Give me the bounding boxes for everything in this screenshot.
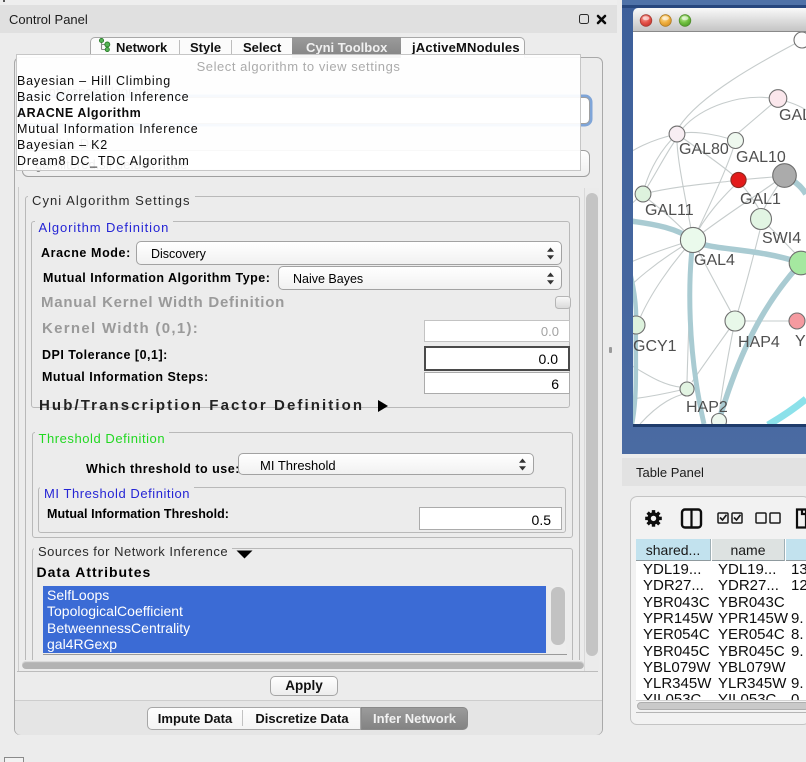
- svg-text:GCY1: GCY1: [633, 338, 677, 355]
- svg-text:GAL80: GAL80: [679, 141, 729, 158]
- svg-text:GAL: GAL: [779, 107, 806, 124]
- svg-text:HAP2: HAP2: [686, 399, 728, 416]
- svg-text:GAL4: GAL4: [694, 252, 735, 269]
- svg-text:SWI4: SWI4: [762, 230, 801, 247]
- svg-text:GAL1: GAL1: [740, 191, 781, 208]
- svg-text:HAP4: HAP4: [738, 334, 780, 351]
- svg-text:Y: Y: [795, 333, 806, 350]
- svg-text:GAL10: GAL10: [736, 149, 786, 166]
- svg-text:GAL11: GAL11: [645, 202, 694, 219]
